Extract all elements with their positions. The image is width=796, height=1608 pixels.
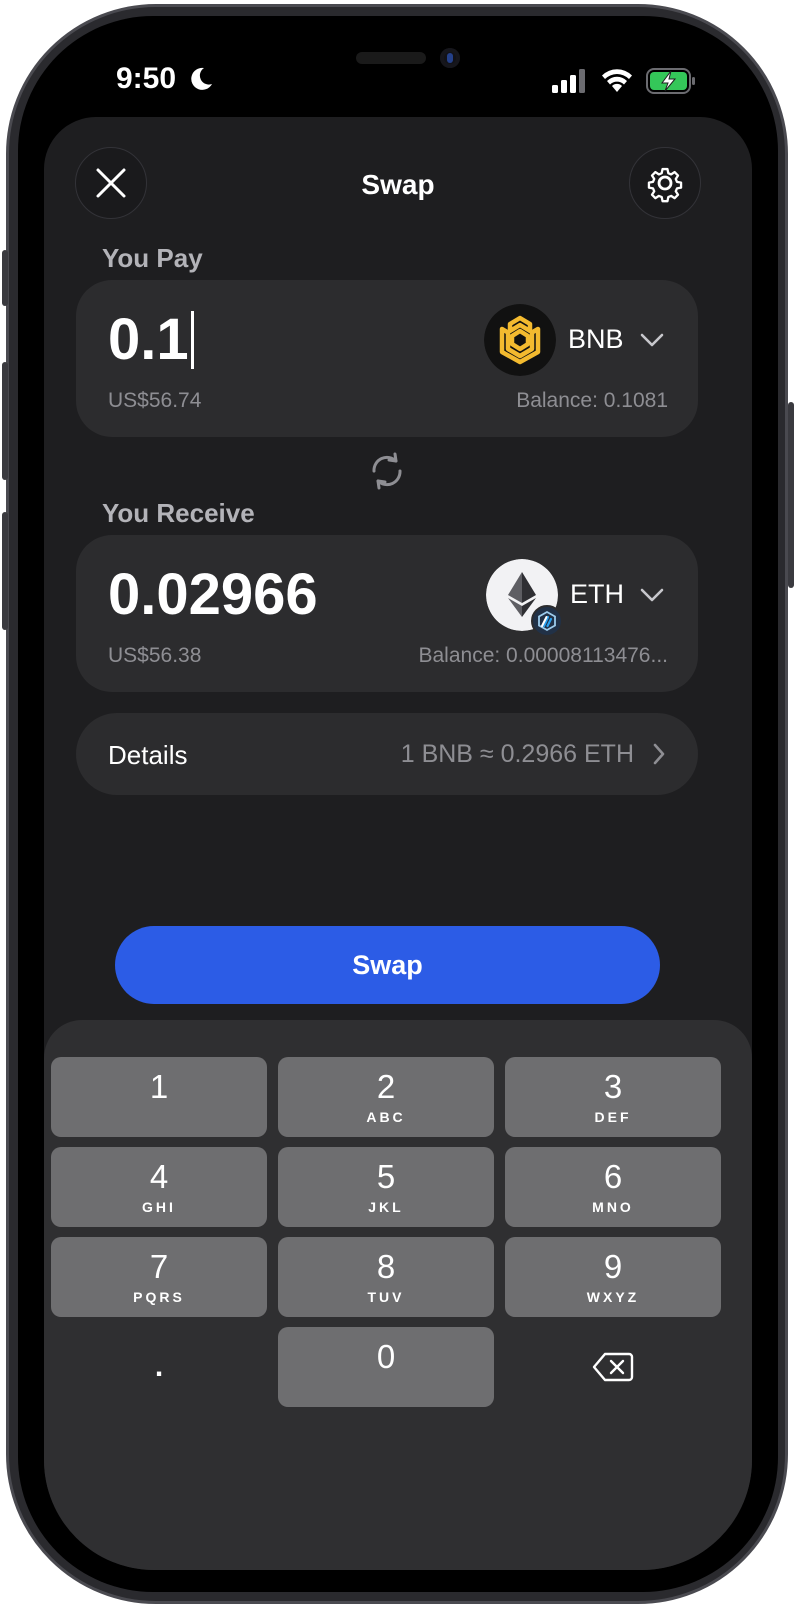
key-digit: 0 (376, 1338, 396, 1375)
key-letters: JKL (368, 1199, 404, 1215)
key-5[interactable]: 5 JKL (278, 1147, 494, 1227)
key-2[interactable]: 2 ABC (278, 1057, 494, 1137)
moon-icon (191, 67, 212, 90)
power-button (788, 402, 794, 588)
wifi-icon (602, 69, 632, 92)
receive-token-symbol: ETH (570, 579, 624, 609)
receive-balance: Balance: 0.00008113476... (418, 644, 669, 667)
signal-icon (552, 69, 585, 93)
key-6[interactable]: 6 MNO (505, 1147, 721, 1227)
chevron-right-icon (653, 743, 665, 765)
key-digit: 3 (603, 1068, 623, 1105)
pay-amount-input[interactable]: 0.1 (108, 306, 194, 373)
key-3[interactable]: 3 DEF (505, 1057, 721, 1137)
key-letters: DEF (594, 1109, 632, 1125)
key-letters: GHI (142, 1199, 176, 1215)
key-7[interactable]: 7 PQRS (51, 1237, 267, 1317)
key-digit: 7 (149, 1248, 169, 1285)
front-camera (440, 48, 460, 68)
status-icons (552, 66, 696, 96)
action-button (2, 250, 8, 306)
key-letters: ABC (366, 1109, 406, 1125)
key-letters: MNO (592, 1199, 634, 1215)
chevron-down-icon (640, 333, 664, 347)
swap-screen: Swap You Pay 0.1 US$56.74 BNB Balance: 0… (44, 117, 752, 1570)
backspace-key[interactable] (505, 1327, 721, 1407)
you-receive-label: You Receive (102, 498, 255, 528)
battery-charging-icon (646, 68, 695, 94)
status-time: 9:50 (116, 62, 177, 95)
receive-amount: 0.02966 (108, 562, 318, 627)
key-digit: 4 (149, 1158, 169, 1195)
text-cursor (190, 311, 194, 369)
you-pay-label: You Pay (102, 243, 203, 273)
key-digit: 5 (376, 1158, 396, 1195)
arbitrum-badge-icon (531, 605, 563, 637)
details-label: Details (108, 740, 188, 770)
pay-card: 0.1 US$56.74 BNB Balance: 0.1081 (76, 280, 698, 437)
key-4[interactable]: 4 GHI (51, 1147, 267, 1227)
receive-usd-value: US$56.38 (108, 644, 202, 667)
key-decimal[interactable]: . (51, 1327, 267, 1407)
volume-down-button (2, 512, 8, 630)
bnb-logo-icon (484, 304, 556, 376)
key-digit: 6 (603, 1158, 623, 1195)
key-letters: WXYZ (586, 1289, 640, 1305)
key-digit: 2 (376, 1068, 396, 1105)
gear-icon (647, 167, 683, 203)
key-letters: PQRS (133, 1289, 185, 1305)
key-1[interactable]: 1 (51, 1057, 267, 1137)
key-digit: 9 (603, 1248, 623, 1285)
key-digit: 8 (376, 1248, 396, 1285)
numeric-keypad: 1 2 ABC 3 DEF 4 GHI 5 JKL 6 MNO 7 PQRS 8… (44, 1020, 752, 1570)
pay-balance: Balance: 0.1081 (516, 389, 668, 412)
pay-token-symbol: BNB (568, 324, 624, 354)
exchange-rate: 1 BNB ≈ 0.2966 ETH (400, 740, 634, 768)
key-letters: TUV (367, 1289, 405, 1305)
chevron-down-icon (640, 588, 664, 602)
speaker-grille (356, 52, 426, 64)
swap-arrows-icon[interactable] (369, 451, 405, 491)
backspace-icon (592, 1352, 634, 1382)
receive-card: 0.02966 US$56.38 ETH Balance: 0.00008113… (76, 535, 698, 692)
swap-button[interactable]: Swap (115, 926, 660, 1004)
pay-usd-value: US$56.74 (108, 389, 202, 412)
key-9[interactable]: 9 WXYZ (505, 1237, 721, 1317)
pay-token-selector[interactable]: BNB (484, 304, 674, 376)
volume-up-button (2, 362, 8, 480)
pay-amount-value: 0.1 (108, 307, 189, 372)
key-8[interactable]: 8 TUV (278, 1237, 494, 1317)
key-0[interactable]: 0 (278, 1327, 494, 1407)
settings-button[interactable] (629, 147, 701, 219)
details-row[interactable]: Details 1 BNB ≈ 0.2966 ETH (76, 713, 698, 795)
key-digit: 1 (149, 1068, 169, 1105)
receive-token-selector[interactable]: ETH (486, 559, 676, 639)
